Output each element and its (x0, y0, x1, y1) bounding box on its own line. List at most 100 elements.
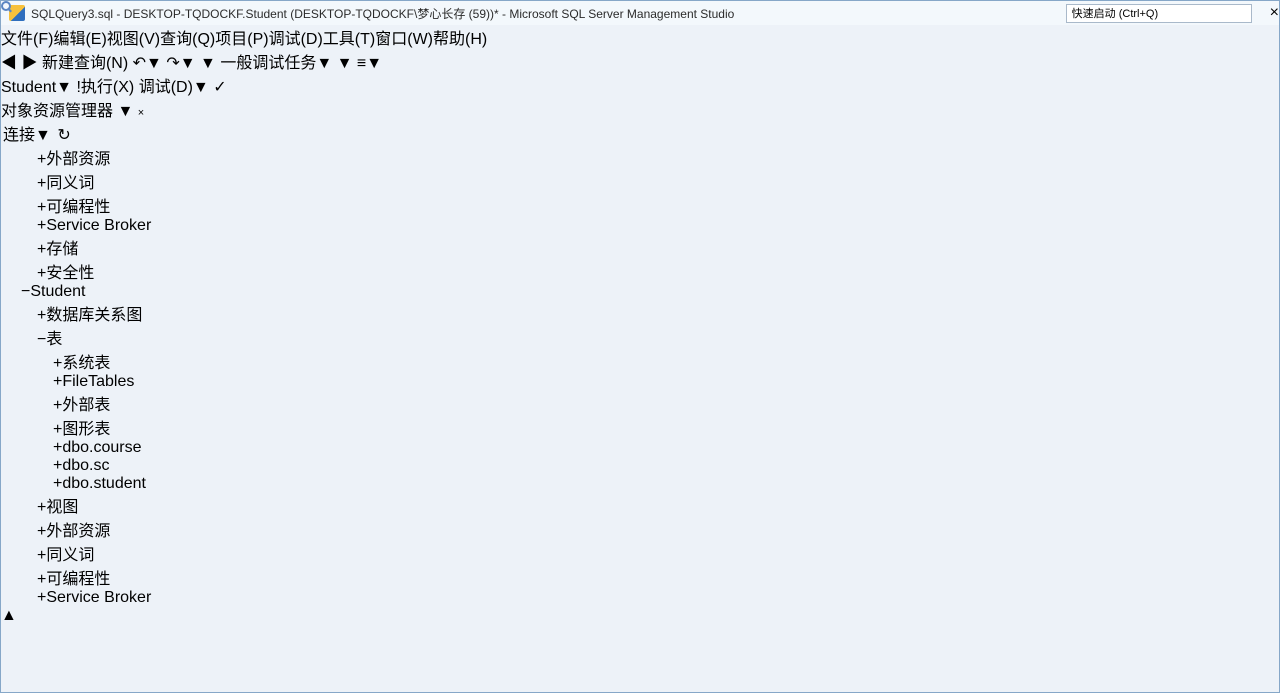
sql-editor-toolbar: Student▼ !执行(X) 调试(D)▼ ✓ (1, 73, 1279, 97)
object-explorer-toolbar: 连接▼ ↻ (1, 121, 1279, 145)
tree-item-label: Student (30, 283, 86, 300)
tree-item[interactable]: +安全性 (1, 259, 1279, 283)
expand-icon[interactable]: + (53, 439, 62, 456)
tree-item-label: 外部表 (62, 397, 111, 414)
expand-icon[interactable]: + (37, 199, 46, 216)
tree-item[interactable]: +外部资源 (1, 145, 1279, 169)
debug-tasks-combo[interactable]: 一般调试任务▼ (220, 55, 332, 72)
tree-item[interactable]: +图形表 (1, 415, 1279, 439)
tree-item-label: 数据库关系图 (46, 307, 143, 324)
chevron-down-icon: ▼ (200, 55, 216, 72)
menu-item-3[interactable]: 视图(V) (107, 31, 160, 48)
expand-icon[interactable]: + (37, 547, 46, 564)
chevron-down-icon: ▼ (56, 79, 72, 96)
chevron-down-icon: ▼ (316, 55, 333, 72)
chevron-down-icon: ▼ (336, 55, 353, 72)
tree-item[interactable]: +dbo.course (1, 439, 1279, 457)
tree-item-label: dbo.sc (62, 457, 110, 474)
tree-item-label: 外部资源 (46, 151, 111, 168)
expand-icon[interactable]: + (37, 571, 46, 588)
expand-icon[interactable]: + (37, 589, 46, 606)
object-explorer-tree[interactable]: +外部资源 +同义词 +可编程性 +Service Broker +存储 +安全性 −Stu… (1, 145, 1279, 692)
tree-item-label: Service Broker (46, 217, 152, 234)
tree-item-label: 同义词 (46, 547, 95, 564)
expand-icon[interactable]: + (53, 355, 62, 372)
tree-item-label: 系统表 (62, 355, 111, 372)
connect-button[interactable]: 连接▼ (1, 127, 53, 144)
nav-forward-icon[interactable]: ▶ (21, 55, 37, 72)
close-panel-icon[interactable]: × (138, 107, 144, 119)
tree-item[interactable]: +外部表 (1, 391, 1279, 415)
ssms-window: SQLQuery3.sql - DESKTOP-TQDOCKF.Student … (0, 0, 1280, 693)
toolbar-options-icon[interactable]: ≡▼ (357, 55, 382, 72)
object-explorer-title: 对象资源管理器 (1, 103, 114, 120)
collapse-icon[interactable]: − (21, 283, 30, 300)
menu-item-7[interactable]: 工具(T) (323, 31, 375, 48)
chevron-down-icon[interactable]: ▼ (117, 103, 133, 120)
menu-item-1[interactable]: 文件(F) (1, 31, 53, 48)
scroll-up-icon[interactable]: ▲ (1, 607, 17, 624)
menu-item-8[interactable]: 窗口(W) (375, 31, 433, 48)
expand-icon[interactable]: + (37, 175, 46, 192)
expand-icon[interactable]: + (53, 475, 62, 492)
tree-item[interactable]: +Service Broker (1, 589, 1279, 607)
redo-icon[interactable]: ↷▼ (166, 55, 195, 72)
tree-item[interactable]: +同义词 (1, 169, 1279, 193)
expand-icon[interactable]: + (53, 457, 62, 474)
tree-item-label: 视图 (46, 499, 79, 516)
tree-item[interactable]: +可编程性 (1, 193, 1279, 217)
titlebar: SQLQuery3.sql - DESKTOP-TQDOCKF.Student … (1, 1, 1279, 25)
expand-icon[interactable]: + (37, 265, 46, 282)
menu-item-6[interactable]: 调试(D) (269, 31, 323, 48)
menu-item-9[interactable]: 帮助(H) (433, 31, 487, 48)
tree-item[interactable]: +可编程性 (1, 565, 1279, 589)
tree-item[interactable]: −表 (1, 325, 1279, 349)
expand-icon[interactable]: + (37, 307, 46, 324)
scrollbar-thumb[interactable] (1, 625, 1279, 692)
undo-icon[interactable]: ↶▼ (133, 55, 162, 72)
tree-item[interactable]: +FileTables (1, 373, 1279, 391)
quick-launch-search[interactable]: 快速启动 (Ctrl+Q) (1065, 3, 1252, 23)
tree-item-label: 表 (46, 331, 63, 348)
expand-icon[interactable]: + (37, 217, 46, 234)
generic-combo[interactable]: ▼ (200, 55, 216, 72)
expand-icon[interactable]: + (53, 397, 62, 414)
solution-combo[interactable]: ▼ (337, 55, 353, 72)
tree-item[interactable]: +Service Broker (1, 217, 1279, 235)
refresh-icon[interactable]: ↻ (57, 127, 70, 144)
debug-button[interactable]: 调试(D)▼ (139, 79, 209, 96)
tree-item[interactable]: +系统表 (1, 349, 1279, 373)
tree-item-label: 同义词 (46, 175, 95, 192)
expand-icon[interactable]: + (37, 151, 46, 168)
execute-button[interactable]: !执行(X) (76, 79, 134, 96)
tree-item[interactable]: +存储 (1, 235, 1279, 259)
tree-vertical-scrollbar[interactable]: ▲ ▼ (1, 607, 1279, 692)
tree-item[interactable]: +同义词 (1, 541, 1279, 565)
tree-item[interactable]: +视图 (1, 493, 1279, 517)
quick-launch-placeholder: 快速启动 (Ctrl+Q) (1071, 8, 1159, 20)
tree-item-label: Service Broker (46, 589, 152, 606)
expand-icon[interactable]: + (53, 373, 62, 390)
tree-item-label: 图形表 (62, 421, 111, 438)
database-combo[interactable]: Student▼ (1, 79, 72, 96)
close-button[interactable]: × (1270, 4, 1279, 22)
expand-icon[interactable]: + (37, 241, 46, 258)
menu-item-4[interactable]: 查询(Q) (160, 31, 215, 48)
tree-item[interactable]: −Student (1, 283, 1279, 301)
collapse-icon[interactable]: − (37, 331, 46, 348)
tree-item-label: 外部资源 (46, 523, 111, 540)
tree-item[interactable]: +数据库关系图 (1, 301, 1279, 325)
tree-item[interactable]: +外部资源 (1, 517, 1279, 541)
nav-back-icon[interactable]: ◀ (1, 55, 17, 72)
expand-icon[interactable]: + (37, 499, 46, 516)
tree-item-label: FileTables (62, 373, 135, 390)
tree-item[interactable]: +dbo.student (1, 475, 1279, 493)
new-query-button[interactable]: 新建查询(N) (42, 55, 128, 72)
tree-item-label: dbo.student (62, 475, 146, 492)
expand-icon[interactable]: + (37, 523, 46, 540)
tree-item[interactable]: +dbo.sc (1, 457, 1279, 475)
expand-icon[interactable]: + (53, 421, 62, 438)
menu-item-5[interactable]: 项目(P) (215, 31, 268, 48)
menu-item-2[interactable]: 编辑(E) (53, 31, 106, 48)
parse-check-icon[interactable]: ✓ (213, 79, 226, 96)
